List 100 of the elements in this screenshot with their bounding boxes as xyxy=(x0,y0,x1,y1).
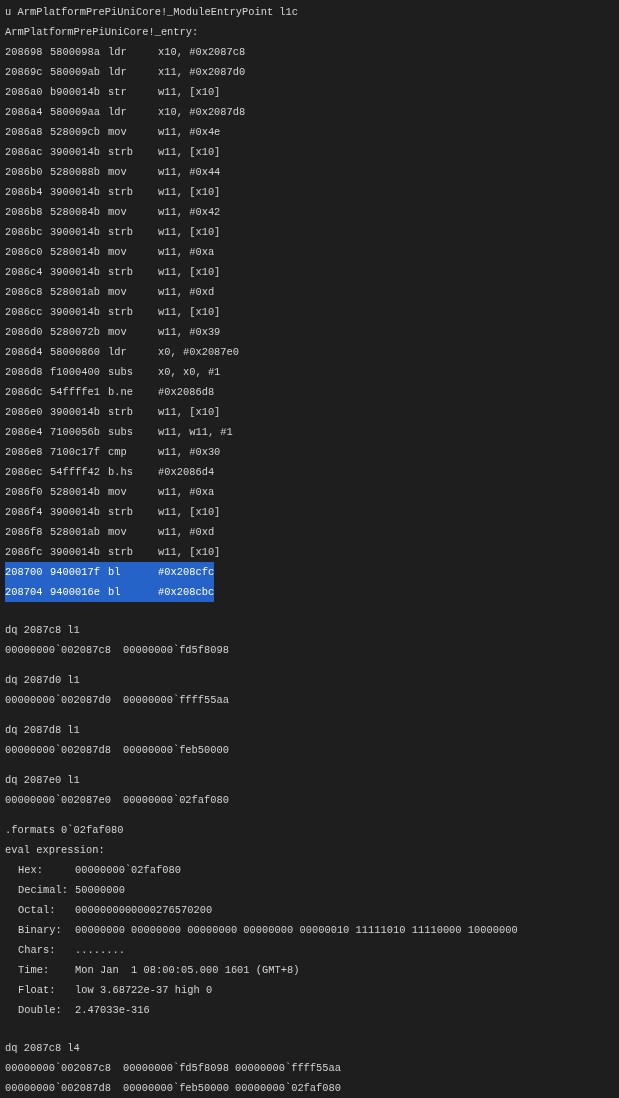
mnemonic-text: strb xyxy=(108,405,134,420)
opcode-text: 580009ab xyxy=(50,65,101,80)
disassembly-row[interactable]: 2086a8 528009cb mov w11, #0x4e xyxy=(5,122,221,142)
opcode-text: 7100056b xyxy=(50,425,101,440)
address-text: 00000000`002087e0 xyxy=(5,793,111,808)
address-text: 00000000`002087c8 xyxy=(5,643,111,658)
mnemonic-text: strb xyxy=(108,225,134,240)
disassembly-row[interactable]: 2086e0 3900014b strb w11, [x10] xyxy=(5,402,221,422)
disassembly-row[interactable]: 2086b0 5280088b mov w11, #0x44 xyxy=(5,162,221,182)
address-text: 2086f8 xyxy=(5,525,44,540)
opcode-text: 5280088b xyxy=(50,165,101,180)
disassembly-row[interactable]: 2086e4 7100056b subs w11, w11, #1 xyxy=(5,422,233,442)
disassembly-row[interactable]: 2086ec 54ffff42 b.hs #0x2086d4 xyxy=(5,462,215,482)
operands-text: w11, [x10] xyxy=(158,185,221,200)
mnemonic-text: ldr xyxy=(108,345,128,360)
disassembly-row[interactable]: 2086c0 5280014b mov w11, #0xa xyxy=(5,242,215,262)
operands-text: w11, [x10] xyxy=(158,545,221,560)
opcode-text: 3900014b xyxy=(50,545,101,560)
address-text: 208704 xyxy=(5,585,44,600)
mnemonic-text: strb xyxy=(108,505,134,520)
field-label: Octal: xyxy=(18,903,57,918)
operands-text: w11, [x10] xyxy=(158,305,221,320)
mnemonic-text: bl xyxy=(108,565,122,580)
mnemonic-text: ldr xyxy=(108,105,128,120)
mnemonic-text: strb xyxy=(108,265,134,280)
mnemonic-text: bl xyxy=(108,585,122,600)
disassembly-row[interactable]: 2086cc 3900014b strb w11, [x10] xyxy=(5,302,221,322)
value-text: 00000000`02faf080 xyxy=(235,1081,342,1096)
opcode-text: 9400016e xyxy=(50,585,101,600)
opcode-text: 5280014b xyxy=(50,485,101,500)
mnemonic-text: subs xyxy=(108,365,134,380)
address-text: 2086f4 xyxy=(5,505,44,520)
field-label: Hex: xyxy=(18,863,44,878)
mnemonic-text: subs xyxy=(108,425,134,440)
value-text: 00000000`fd5f8098 xyxy=(123,643,230,658)
disassembly-row[interactable]: 2086c8 528001ab mov w11, #0xd xyxy=(5,282,215,302)
command-text: dq 2087d0 l1 xyxy=(5,674,80,686)
address-text: 2086d8 xyxy=(5,365,44,380)
field-value: low 3.68722e-37 high 0 xyxy=(75,983,214,998)
operands-text: w11, [x10] xyxy=(158,405,221,420)
operands-text: #0x2086d4 xyxy=(158,465,215,480)
operands-text: w11, #0xd xyxy=(158,525,215,540)
disassembly-row[interactable]: 2086ac 3900014b strb w11, [x10] xyxy=(5,142,221,162)
opcode-text: 54ffff42 xyxy=(50,465,101,480)
disassembly-row[interactable]: 2086b8 5280084b mov w11, #0x42 xyxy=(5,202,221,222)
operands-text: x0, #0x2087e0 xyxy=(158,345,240,360)
disassembly-row[interactable]: 2086a0 b900014b str w11, [x10] xyxy=(5,82,221,102)
operands-text: w11, w11, #1 xyxy=(158,425,233,440)
disassembly-row[interactable]: 20869c 580009ab ldr x11, #0x2087d0 xyxy=(5,62,246,82)
address-text: 208698 xyxy=(5,45,44,60)
disassembly-row[interactable]: 2086d0 5280072b mov w11, #0x39 xyxy=(5,322,221,342)
field-value: Mon Jan 1 08:00:05.000 1601 (GMT+8) xyxy=(75,963,301,978)
opcode-text: 7100c17f xyxy=(50,445,101,460)
field-label: Float: xyxy=(18,983,57,998)
disassembly-row[interactable]: 2086bc 3900014b strb w11, [x10] xyxy=(5,222,221,242)
disassembly-row[interactable]: 2086fc 3900014b strb w11, [x10] xyxy=(5,542,221,562)
disassembly-row[interactable]: 208698 5800098a ldr x10, #0x2087c8 xyxy=(5,42,246,62)
disassembly-row[interactable]: 2086d4 58000860 ldr x0, #0x2087e0 xyxy=(5,342,240,362)
opcode-text: 5280014b xyxy=(50,245,101,260)
disassembly-row[interactable]: 2086b4 3900014b strb w11, [x10] xyxy=(5,182,221,202)
opcode-text: 3900014b xyxy=(50,185,101,200)
operands-text: x10, #0x2087c8 xyxy=(158,45,246,60)
disassembly-row[interactable]: 2086d8 f1000400 subs x0, x0, #1 xyxy=(5,362,221,382)
symbol-label: ArmPlatformPrePiUniCore!_entry: xyxy=(5,26,199,38)
value-text: 00000000`feb50000 xyxy=(123,1081,230,1096)
mnemonic-text: ldr xyxy=(108,65,128,80)
field-value: 00000000`02faf080 xyxy=(75,863,182,878)
mnemonic-text: mov xyxy=(108,525,128,540)
address-text: 2086d0 xyxy=(5,325,44,340)
mnemonic-text: b.hs xyxy=(108,465,134,480)
disassembly-row[interactable]: 2086f8 528001ab mov w11, #0xd xyxy=(5,522,215,542)
mnemonic-text: mov xyxy=(108,205,128,220)
address-text: 2086f0 xyxy=(5,485,44,500)
address-text: 2086dc xyxy=(5,385,44,400)
address-text: 2086b4 xyxy=(5,185,44,200)
mnemonic-text: mov xyxy=(108,325,128,340)
mnemonic-text: mov xyxy=(108,485,128,500)
address-text: 20869c xyxy=(5,65,44,80)
disassembly-row[interactable]: 2086a4 580009aa ldr x10, #0x2087d8 xyxy=(5,102,246,122)
address-text: 2086b0 xyxy=(5,165,44,180)
operands-text: w11, #0x44 xyxy=(158,165,221,180)
disassembly-row[interactable]: 2086f0 5280014b mov w11, #0xa xyxy=(5,482,215,502)
disassembly-row[interactable]: 2086e8 7100c17f cmp w11, #0x30 xyxy=(5,442,221,462)
disassembly-row[interactable]: 208704 9400016e bl #0x208cbc xyxy=(5,582,215,602)
operands-text: #0x208cfc xyxy=(158,565,215,580)
value-text: 00000000`ffff55aa xyxy=(123,693,230,708)
opcode-text: 3900014b xyxy=(50,145,101,160)
disassembly-row[interactable]: 208700 9400017f bl #0x208cfc xyxy=(5,562,215,582)
mnemonic-text: str xyxy=(108,85,128,100)
field-value: 0000000000000276570200 xyxy=(75,903,214,918)
disassembly-row[interactable]: 2086dc 54ffffe1 b.ne #0x2086d8 xyxy=(5,382,215,402)
disassembly-row[interactable]: 2086f4 3900014b strb w11, [x10] xyxy=(5,502,221,522)
field-label: Chars: xyxy=(18,943,57,958)
address-text: 00000000`002087d8 xyxy=(5,743,111,758)
operands-text: w11, #0xa xyxy=(158,245,215,260)
disassembly-row[interactable]: 2086c4 3900014b strb w11, [x10] xyxy=(5,262,221,282)
address-text: 2086a8 xyxy=(5,125,44,140)
operands-text: w11, #0x4e xyxy=(158,125,221,140)
opcode-text: 528009cb xyxy=(50,125,101,140)
address-text: 2086c4 xyxy=(5,265,44,280)
